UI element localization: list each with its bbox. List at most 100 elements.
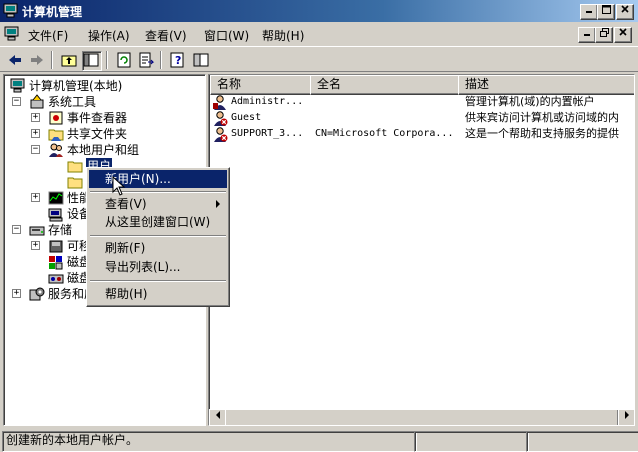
minimize-icon — [586, 11, 592, 13]
restore-icon — [599, 28, 609, 37]
context-new-window[interactable]: 从这里创建窗口(W) — [89, 213, 227, 231]
menu-view[interactable]: 查看(V) — [145, 27, 187, 44]
mouse-cursor-icon — [112, 176, 126, 196]
user-icon — [213, 95, 226, 110]
expand-toggle[interactable]: + — [12, 289, 21, 298]
menu-window[interactable]: 窗口(W) — [204, 27, 249, 44]
user-disabled-icon — [214, 127, 228, 142]
forward-arrow-icon — [31, 55, 43, 65]
show-hide-tree-button[interactable] — [82, 51, 102, 71]
cell-name: SUPPORT_3... — [231, 128, 304, 139]
forward-button[interactable] — [28, 51, 46, 69]
up-folder-icon — [61, 55, 77, 67]
help-icon: ? — [170, 52, 184, 68]
status-pane-3 — [526, 431, 638, 452]
toolbar-separator — [160, 51, 162, 69]
column-header-name[interactable]: 名称 — [210, 75, 318, 95]
computer-management-icon[interactable] — [4, 26, 20, 41]
device-manager-icon — [48, 208, 63, 222]
submenu-arrow-icon — [216, 200, 220, 208]
horizontal-scrollbar[interactable] — [209, 409, 634, 425]
context-refresh[interactable]: 刷新(F) — [89, 239, 227, 257]
refresh-button[interactable] — [115, 51, 133, 69]
menu-action[interactable]: 操作(A) — [88, 27, 130, 44]
expand-toggle[interactable]: + — [31, 113, 40, 122]
toolbar: ? — [0, 46, 638, 72]
context-view[interactable]: 查看(V) — [89, 195, 227, 213]
cell-name: Administr... — [231, 96, 304, 107]
status-text: 创建新的本地用户帐户。 — [2, 431, 417, 452]
menu-bar: 文件(F) 操作(A) 查看(V) 窗口(W) 帮助(H) — [0, 22, 638, 46]
cell-description: 供来宾访问计算机或访问域的内 — [465, 111, 619, 124]
console-tree-icon — [83, 53, 99, 67]
back-arrow-icon — [9, 55, 21, 65]
cell-name: Guest — [231, 112, 262, 123]
tree-node-label: 存储 — [48, 223, 73, 237]
help-button[interactable]: ? — [169, 51, 187, 69]
menu-file[interactable]: 文件(F) — [28, 27, 68, 44]
close-icon — [621, 5, 629, 13]
table-row[interactable]: Administr... 管理计算机(域)的内置帐户 — [209, 94, 634, 110]
folder-icon — [67, 177, 83, 189]
close-icon — [619, 28, 627, 36]
title-bar: 计算机管理 — [0, 0, 638, 22]
system-tools-icon — [30, 94, 44, 109]
svg-text:?: ? — [175, 54, 181, 67]
disk-management-icon — [48, 274, 64, 284]
close-button[interactable] — [616, 4, 634, 20]
description-bar-button[interactable] — [192, 51, 210, 69]
context-export-list[interactable]: 导出列表(L)... — [89, 258, 227, 276]
computer-management-icon — [10, 78, 25, 93]
collapse-toggle[interactable]: − — [12, 225, 21, 234]
context-help[interactable]: 帮助(H) — [89, 285, 227, 303]
services-icon — [29, 287, 45, 301]
export-list-icon — [139, 52, 155, 68]
column-header-fullname[interactable]: 全名 — [310, 75, 466, 95]
window-title: 计算机管理 — [22, 5, 83, 19]
toolbar-separator — [51, 51, 53, 69]
details-list[interactable]: 名称 全名 描述 Administr... 管理计算机(域)的内置帐户 Gues… — [208, 74, 635, 426]
event-viewer-icon — [49, 111, 63, 125]
expand-toggle[interactable]: + — [31, 129, 40, 138]
back-button[interactable] — [6, 51, 24, 69]
menu-separator — [90, 280, 226, 282]
scroll-right-button[interactable] — [618, 409, 634, 425]
cell-description: 这是一个帮助和支持服务的提供 — [465, 127, 619, 140]
cell-fullname: CN=Microsoft Corpora... — [315, 128, 454, 139]
context-new-user[interactable]: 新用户(N)... — [89, 170, 227, 188]
column-header-description[interactable]: 描述 — [458, 75, 634, 95]
storage-icon — [29, 226, 45, 236]
refresh-icon — [117, 52, 131, 68]
expand-toggle[interactable]: + — [31, 193, 40, 202]
tree-node-label: 本地用户和组 — [67, 143, 140, 157]
scroll-left-arrow-icon — [216, 411, 220, 419]
collapse-toggle[interactable]: − — [12, 97, 21, 106]
computer-management-icon — [3, 3, 18, 18]
table-row[interactable]: SUPPORT_3... CN=Microsoft Corpora... 这是一… — [209, 126, 634, 142]
scroll-thumb[interactable] — [225, 409, 619, 425]
toolbar-separator — [106, 51, 108, 69]
minimize-button[interactable] — [580, 4, 598, 20]
up-level-button[interactable] — [60, 51, 78, 69]
scroll-right-arrow-icon — [625, 411, 629, 419]
export-list-button[interactable] — [137, 51, 155, 69]
menu-help[interactable]: 帮助(H) — [262, 27, 304, 44]
tree-node-label: 事件查看器 — [67, 111, 128, 125]
description-bar-icon — [193, 53, 209, 67]
child-close-button[interactable] — [614, 27, 632, 43]
user-disabled-icon — [214, 111, 228, 126]
table-row[interactable]: Guest 供来宾访问计算机或访问域的内 — [209, 110, 634, 126]
users-groups-icon — [49, 143, 63, 157]
performance-icon — [48, 191, 64, 205]
removable-storage-icon — [49, 240, 63, 253]
folder-icon — [67, 161, 83, 173]
child-restore-button[interactable] — [595, 27, 613, 43]
tree-node-label: 系统工具 — [48, 95, 97, 109]
collapse-toggle[interactable]: − — [31, 145, 40, 154]
child-minimize-button[interactable] — [578, 27, 596, 43]
context-menu: 新用户(N)... 查看(V) 从这里创建窗口(W) 刷新(F) 导出列表(L)… — [86, 167, 230, 307]
menu-separator — [90, 191, 226, 193]
expand-toggle[interactable]: + — [31, 241, 40, 250]
maximize-button[interactable] — [597, 4, 615, 20]
tree-node-label: 计算机管理(本地) — [29, 79, 123, 93]
